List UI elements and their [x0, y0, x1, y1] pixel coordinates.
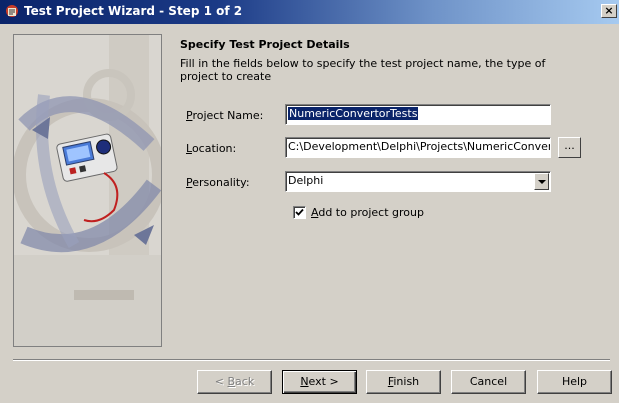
next-rest: ext >	[308, 375, 339, 388]
page-description: Fill in the fields below to specify the …	[180, 57, 546, 83]
project-name-label-text: roject Name:	[192, 109, 264, 122]
page-heading: Specify Test Project Details	[180, 38, 350, 51]
wizard-app-icon	[4, 4, 20, 20]
browse-button-label: ...	[564, 139, 575, 152]
chevron-down-icon[interactable]	[534, 173, 549, 190]
test-device-illustration	[14, 35, 161, 346]
project-name-label: Project Name:	[186, 109, 263, 122]
personality-label-text: ersonality:	[192, 176, 250, 189]
location-value: C:\Development\Delphi\Projects\NumericCo…	[288, 140, 550, 153]
close-icon: ×	[604, 4, 614, 17]
back-prefix: <	[214, 375, 228, 388]
add-to-group-label[interactable]: Add to project group	[311, 206, 424, 219]
back-rest: ack	[235, 375, 255, 388]
project-name-input[interactable]: NumericConvertorTests	[285, 104, 551, 125]
browse-button[interactable]: ...	[558, 137, 581, 158]
desktop-background	[619, 0, 625, 403]
finish-rest: inish	[393, 375, 420, 388]
button-separator	[13, 359, 610, 361]
close-button[interactable]: ×	[601, 4, 617, 18]
personality-label: Personality:	[186, 176, 250, 189]
location-label: Location:	[186, 142, 236, 155]
window-title: Test Project Wizard - Step 1 of 2	[24, 4, 243, 18]
personality-select[interactable]: Delphi	[285, 171, 551, 192]
project-name-value: NumericConvertorTests	[288, 107, 419, 120]
location-label-text: ocation:	[191, 142, 237, 155]
add-to-group-label-text: dd to project group	[318, 206, 424, 219]
checkmark-icon	[295, 208, 304, 216]
title-bar[interactable]: Test Project Wizard - Step 1 of 2 ×	[0, 0, 619, 24]
back-button[interactable]: < Back	[197, 370, 272, 394]
personality-value: Delphi	[288, 174, 324, 187]
wizard-illustration	[13, 34, 162, 347]
cancel-button[interactable]: Cancel	[451, 370, 526, 394]
next-button[interactable]: Next >	[282, 370, 357, 394]
finish-button[interactable]: Finish	[366, 370, 441, 394]
location-input[interactable]: C:\Development\Delphi\Projects\NumericCo…	[285, 137, 551, 158]
next-mnemonic: N	[300, 375, 309, 388]
add-to-group-checkbox[interactable]	[293, 206, 306, 219]
back-mnemonic: B	[227, 375, 236, 388]
wizard-window: Test Project Wizard - Step 1 of 2 × Spec…	[0, 0, 619, 403]
help-button[interactable]: Help	[537, 370, 612, 394]
